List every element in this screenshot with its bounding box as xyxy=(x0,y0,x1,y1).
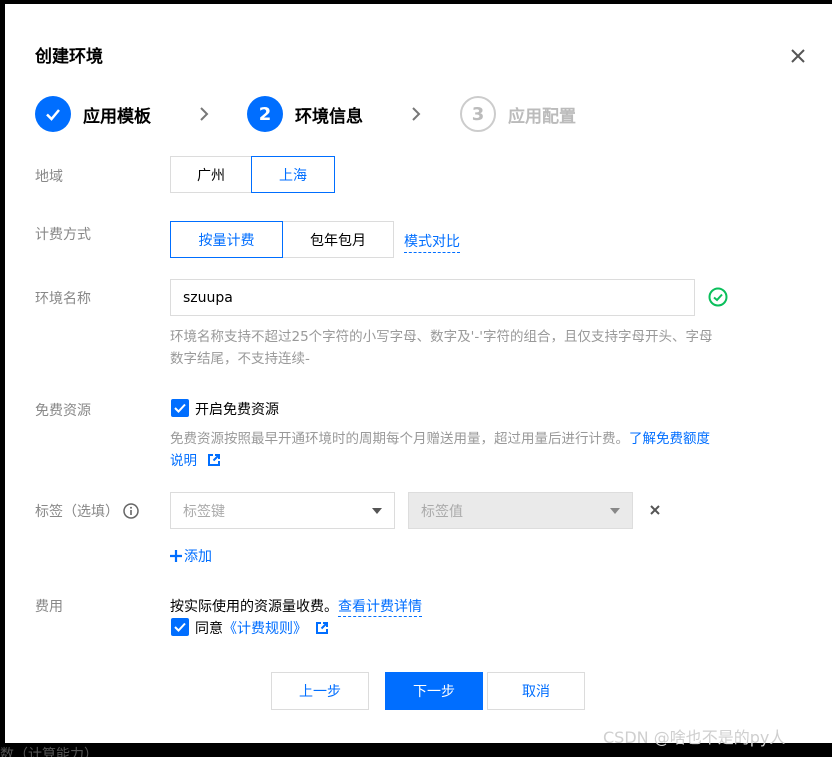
region-label: 地域 xyxy=(35,169,63,185)
create-environment-dialog: 创建环境 应用模板 2 环境信息 3 应用配置 地域 广州 上海 计费方式 按量… xyxy=(5,4,832,743)
tags-label-text: 标签（选填） xyxy=(35,504,119,520)
step-label: 应用配置 xyxy=(508,106,576,127)
free-resource-checkbox[interactable] xyxy=(171,399,189,417)
next-step-button[interactable]: 下一步 xyxy=(385,672,483,710)
step-done-check xyxy=(35,96,71,132)
step-app-config: 3 应用配置 xyxy=(460,96,576,132)
watermark: CSDN @啥也不是的py人 xyxy=(603,728,786,747)
billing-option-monthly[interactable]: 包年包月 xyxy=(282,221,394,258)
billing-rules-link[interactable]: 《计费规则》 xyxy=(223,618,307,638)
step-number: 2 xyxy=(247,96,283,132)
billing-detail-link[interactable]: 查看计费详情 xyxy=(338,599,422,617)
env-name-input[interactable]: szuupa xyxy=(170,279,695,316)
agree-row: 同意 《计费规则》 xyxy=(195,618,329,638)
tag-value-placeholder: 标签值 xyxy=(421,503,463,520)
fee-description: 按实际使用的资源量收费。查看计费详情 xyxy=(170,596,422,617)
fee-text: 按实际使用的资源量收费。 xyxy=(170,599,338,615)
step-app-template: 应用模板 xyxy=(35,96,151,132)
free-resource-checkbox-label: 开启免费资源 xyxy=(195,402,279,418)
check-circle-icon xyxy=(708,287,728,307)
stepper: 应用模板 2 环境信息 3 应用配置 xyxy=(35,96,635,132)
chevron-right-icon xyxy=(200,107,209,121)
add-tag-label: 添加 xyxy=(184,549,212,565)
env-name-help-line2: 数字结尾，不支持连续- xyxy=(170,351,310,367)
caret-down-icon xyxy=(372,508,382,514)
step-env-info: 2 环境信息 xyxy=(247,96,363,132)
env-name-help: 环境名称支持不超过25个字符的小写字母、数字及'-'字符的组合，且仅支持字母开头… xyxy=(170,326,712,370)
free-resource-help: 免费资源按照最早开通环境时的周期每个月赠送用量，超过用量后进行计费。了解免费额度… xyxy=(170,428,780,472)
checkmark-icon xyxy=(46,109,60,121)
prev-step-button[interactable]: 上一步 xyxy=(271,672,369,710)
env-name-label: 环境名称 xyxy=(35,291,91,307)
tags-label: 标签（选填） xyxy=(35,501,140,521)
tag-key-select[interactable]: 标签键 xyxy=(170,492,395,529)
step-label: 环境信息 xyxy=(295,106,363,127)
dialog-title: 创建环境 xyxy=(35,47,103,67)
region-option-guangzhou[interactable]: 广州 xyxy=(170,156,252,193)
caret-down-icon xyxy=(610,508,620,514)
region-selector: 广州 上海 xyxy=(170,156,335,193)
tag-value-select[interactable]: 标签值 xyxy=(408,492,633,529)
env-name-help-line1: 环境名称支持不超过25个字符的小写字母、数字及'-'字符的组合，且仅支持字母开头… xyxy=(170,329,713,345)
agree-checkbox[interactable] xyxy=(171,618,189,636)
fee-label: 费用 xyxy=(35,599,63,615)
plus-icon xyxy=(170,550,182,562)
external-link-icon[interactable] xyxy=(207,453,221,467)
tag-key-placeholder: 标签键 xyxy=(183,503,225,520)
free-quota-link-cont[interactable]: 说明 xyxy=(170,453,197,469)
close-button[interactable] xyxy=(788,46,808,66)
billing-option-pay-as-you-go[interactable]: 按量计费 xyxy=(170,221,283,258)
close-icon xyxy=(791,49,805,63)
background-text: 数（计算能力） xyxy=(0,747,98,757)
free-quota-link[interactable]: 了解免费额度 xyxy=(629,431,710,447)
billing-selector: 按量计费 包年包月 xyxy=(170,221,394,258)
step-label: 应用模板 xyxy=(83,106,151,127)
billing-label: 计费方式 xyxy=(35,227,91,243)
free-resource-label: 免费资源 xyxy=(35,403,91,419)
mode-compare-link[interactable]: 模式对比 xyxy=(404,231,460,253)
region-option-shanghai[interactable]: 上海 xyxy=(251,156,335,193)
free-resource-help-text: 免费资源按照最早开通环境时的周期每个月赠送用量，超过用量后进行计费。 xyxy=(170,431,629,447)
remove-tag-icon[interactable] xyxy=(649,504,661,516)
chevron-right-icon xyxy=(412,107,421,121)
add-tag-button[interactable]: 添加 xyxy=(170,546,212,566)
cancel-button[interactable]: 取消 xyxy=(487,672,585,710)
step-number: 3 xyxy=(460,96,496,132)
agree-text: 同意 xyxy=(195,621,223,637)
external-link-icon[interactable] xyxy=(315,621,329,635)
checkmark-icon xyxy=(174,622,186,632)
checkmark-icon xyxy=(174,403,186,413)
info-icon[interactable] xyxy=(123,503,140,519)
